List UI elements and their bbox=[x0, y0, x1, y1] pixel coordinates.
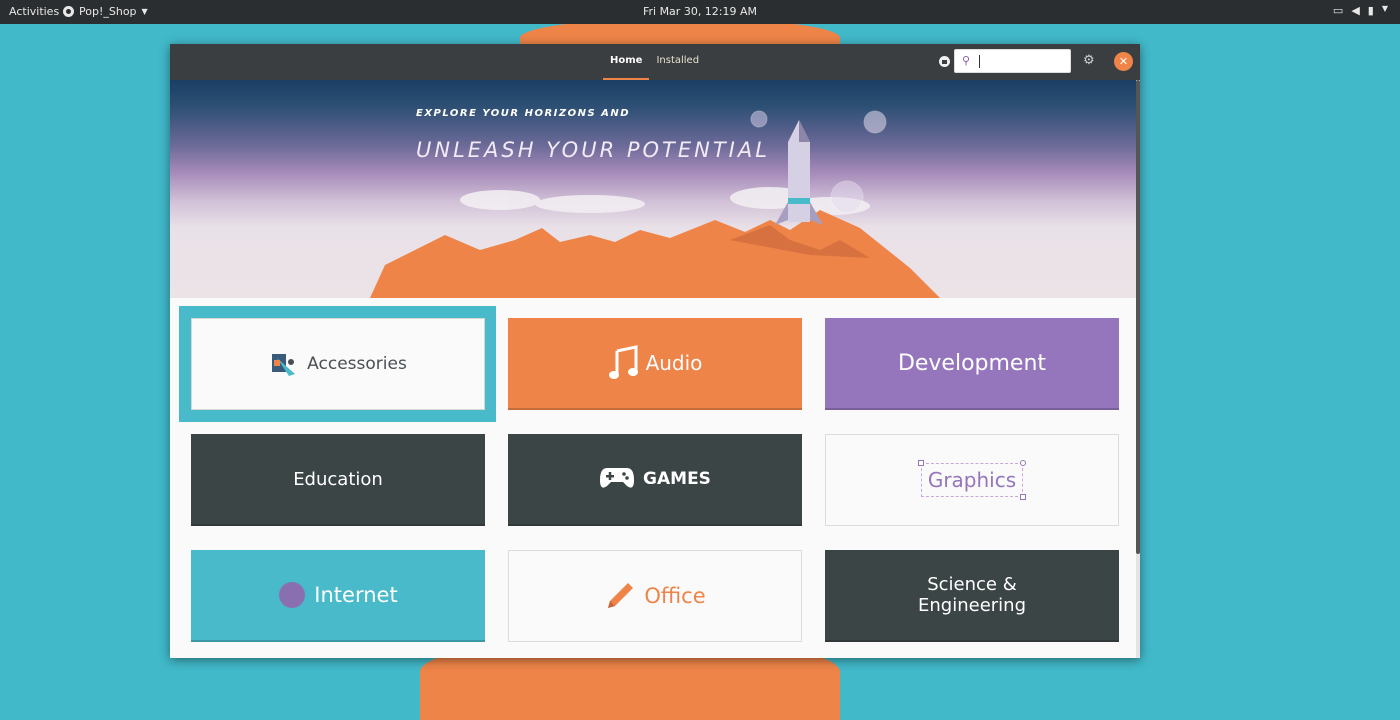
scrollbar[interactable] bbox=[1136, 80, 1140, 658]
gear-icon[interactable]: ⚙ bbox=[1083, 53, 1095, 68]
pencil-icon bbox=[604, 580, 636, 612]
display-icon: ▭ bbox=[1332, 4, 1344, 17]
category-accessories[interactable]: Accessories bbox=[191, 318, 485, 410]
gnome-top-bar: Activities Pop!_Shop ▼ Fri Mar 30, 12:19… bbox=[0, 0, 1400, 24]
category-label: Audio bbox=[645, 351, 703, 375]
category-audio[interactable]: Audio bbox=[508, 318, 802, 410]
close-button[interactable]: ✕ bbox=[1114, 52, 1133, 71]
category-games[interactable]: GAMES bbox=[508, 434, 802, 526]
selection-frame-icon: Graphics bbox=[917, 460, 1027, 500]
category-education[interactable]: Education bbox=[191, 434, 485, 526]
category-label: Internet bbox=[314, 583, 398, 607]
category-science-engineering[interactable]: Science & Engineering bbox=[825, 550, 1119, 642]
banner-subtitle: EXPLORE YOUR HORIZONS AND bbox=[416, 108, 631, 119]
category-label: Graphics bbox=[927, 468, 1017, 492]
header-bar: Home Installed ⚲ ⚙ ✕ bbox=[170, 44, 1140, 80]
system-tray[interactable]: ▭ ◀ ▮ ▼ bbox=[1333, 4, 1388, 17]
banner-title: UNLEASH YOUR POTENTIAL bbox=[416, 138, 770, 162]
category-grid: Accessories Audio Development Education … bbox=[170, 298, 1136, 658]
category-label: GAMES bbox=[643, 469, 711, 489]
downloads-icon[interactable] bbox=[939, 56, 950, 67]
banner-illustration bbox=[370, 110, 940, 298]
accessories-icon bbox=[269, 350, 299, 378]
chevron-down-icon: ▼ bbox=[1381, 4, 1388, 13]
category-label: Education bbox=[293, 468, 383, 490]
music-note-icon bbox=[608, 345, 638, 381]
compass-icon bbox=[278, 581, 306, 609]
featured-banner[interactable]: EXPLORE YOUR HORIZONS AND UNLEASH YOUR P… bbox=[170, 80, 1136, 298]
category-label: Office bbox=[644, 584, 706, 608]
search-input[interactable] bbox=[977, 52, 1071, 72]
category-label: Science & Engineering bbox=[918, 574, 1026, 616]
category-internet[interactable]: Internet bbox=[191, 550, 485, 642]
category-label: Development bbox=[897, 350, 1047, 376]
view-switcher: Home Installed bbox=[603, 44, 706, 80]
category-label: Accessories bbox=[307, 354, 407, 374]
tab-home[interactable]: Home bbox=[603, 44, 650, 80]
tab-installed[interactable]: Installed bbox=[649, 44, 706, 80]
search-field[interactable]: ⚲ bbox=[954, 49, 1071, 73]
gamepad-icon bbox=[599, 466, 635, 492]
scrollbar-thumb[interactable] bbox=[1136, 80, 1140, 554]
volume-icon: ◀ bbox=[1351, 4, 1360, 17]
pop-shop-window: Home Installed ⚲ ⚙ ✕ EXPLORE YOUR HORIZO… bbox=[170, 44, 1140, 658]
category-development[interactable]: Development bbox=[825, 318, 1119, 410]
battery-icon: ▮ bbox=[1367, 4, 1374, 17]
category-office[interactable]: Office bbox=[508, 550, 802, 642]
search-icon: ⚲ bbox=[962, 54, 971, 67]
clock[interactable]: Fri Mar 30, 12:19 AM bbox=[0, 5, 1400, 18]
category-graphics[interactable]: Graphics bbox=[825, 434, 1119, 526]
text-cursor bbox=[979, 55, 980, 68]
